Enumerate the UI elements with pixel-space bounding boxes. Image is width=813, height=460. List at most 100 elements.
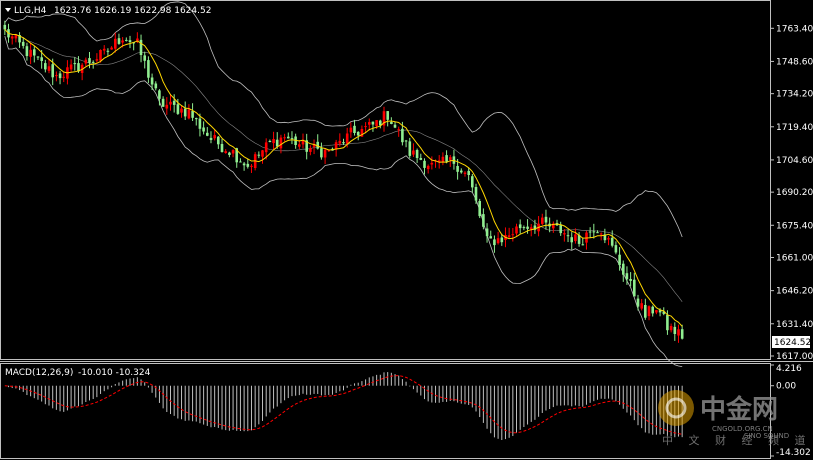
candle-body xyxy=(610,237,614,246)
candle-body xyxy=(268,141,272,142)
candle-body xyxy=(187,109,191,119)
candle-body xyxy=(228,152,231,155)
candle-body xyxy=(246,163,250,167)
candle-body xyxy=(143,55,146,61)
candle-body xyxy=(518,224,522,229)
candle-body xyxy=(596,232,599,234)
candle-body xyxy=(257,154,261,156)
candle-body xyxy=(456,166,459,172)
candle-body xyxy=(25,46,29,56)
candle-body xyxy=(353,125,356,133)
candle-body xyxy=(169,101,172,105)
candle-body xyxy=(345,133,349,144)
candle-body xyxy=(44,63,47,70)
candle-body xyxy=(368,122,371,125)
candle-body xyxy=(10,36,14,39)
candle-body xyxy=(338,140,342,144)
candle-body xyxy=(426,165,430,170)
candle-body xyxy=(463,172,467,174)
candle-body xyxy=(401,128,404,143)
candle-body xyxy=(390,121,393,124)
candle-body xyxy=(195,118,198,120)
candle-body xyxy=(158,90,161,99)
candle-body xyxy=(666,314,669,331)
candle-body xyxy=(176,104,180,114)
candle-body xyxy=(69,64,73,70)
candle-body xyxy=(393,124,397,128)
chart-canvas[interactable]: 1763.40 1748.60 1734.20 1719.40 1704.60 1690.… xyxy=(0,0,813,460)
candle-body xyxy=(566,235,570,237)
candle-body xyxy=(206,132,209,136)
price-axis-label: 1646.20 xyxy=(776,287,813,297)
candle-body xyxy=(150,77,154,85)
candle-body xyxy=(478,201,481,217)
candle-body xyxy=(114,38,117,49)
candle-body xyxy=(88,58,91,63)
candle-body xyxy=(342,142,345,144)
candle-body xyxy=(570,237,573,243)
macd-axis-label: -14.302 xyxy=(776,448,811,458)
candle-body xyxy=(264,142,268,153)
candle-body xyxy=(445,155,448,162)
candle-body xyxy=(172,100,176,105)
candle-body xyxy=(430,162,434,165)
candle-body xyxy=(62,76,65,78)
candle-body xyxy=(415,150,419,158)
candle-body xyxy=(349,127,353,133)
candle-body xyxy=(467,170,470,175)
candle-body xyxy=(625,273,629,280)
candle-body xyxy=(147,60,150,78)
candle-body xyxy=(574,234,577,242)
candle-body xyxy=(526,226,529,229)
candle-body xyxy=(441,156,445,162)
candle-body xyxy=(680,329,684,339)
candle-body xyxy=(404,140,408,142)
candle-body xyxy=(250,165,253,167)
candle-body xyxy=(36,56,40,58)
candle-body xyxy=(275,139,279,147)
macd-axis-label: 0.00 xyxy=(776,382,796,392)
price-axis-label: 1617.00 xyxy=(776,352,813,362)
candle-body xyxy=(21,41,25,46)
candle-body xyxy=(165,104,169,109)
candle-body xyxy=(633,279,636,297)
candle-body xyxy=(507,235,511,238)
candle-body xyxy=(644,305,647,318)
current-price-tag: 1624.52 xyxy=(772,336,811,348)
candle-body xyxy=(588,231,592,233)
watermark-brand: 中金网 xyxy=(700,394,778,425)
candle-body xyxy=(283,137,286,139)
candle-body xyxy=(511,234,515,236)
price-axis-label: 1748.60 xyxy=(776,57,813,67)
price-axis-label: 1690.20 xyxy=(776,188,813,198)
candle-body xyxy=(128,40,132,42)
watermark-logo-icon xyxy=(658,390,694,426)
candle-body xyxy=(651,306,654,314)
candle-body xyxy=(51,64,54,78)
candle-body xyxy=(287,136,290,139)
candle-body xyxy=(73,63,77,65)
chart-header: LLG,H4 1623.76 1626.19 1622.98 1624.52 xyxy=(5,6,211,16)
candle-body xyxy=(640,303,643,309)
candle-body xyxy=(55,75,58,77)
candle-body xyxy=(419,158,423,160)
candle-body xyxy=(298,144,301,147)
candle-body xyxy=(125,39,128,41)
candle-body xyxy=(541,217,544,224)
candle-body xyxy=(217,136,220,145)
candle-body xyxy=(677,329,680,336)
candle-body xyxy=(231,150,235,154)
candle-body xyxy=(106,50,110,52)
candle-body xyxy=(47,66,51,71)
candle-body xyxy=(515,226,518,234)
candle-body xyxy=(220,144,224,152)
candle-body xyxy=(544,216,548,223)
candle-body xyxy=(412,150,415,155)
candle-body xyxy=(213,135,216,139)
candle-body xyxy=(356,131,360,136)
candle-body xyxy=(482,214,485,227)
candle-body xyxy=(607,238,610,240)
candle-body xyxy=(154,83,158,89)
candle-body xyxy=(209,137,213,140)
candle-body xyxy=(375,120,378,127)
